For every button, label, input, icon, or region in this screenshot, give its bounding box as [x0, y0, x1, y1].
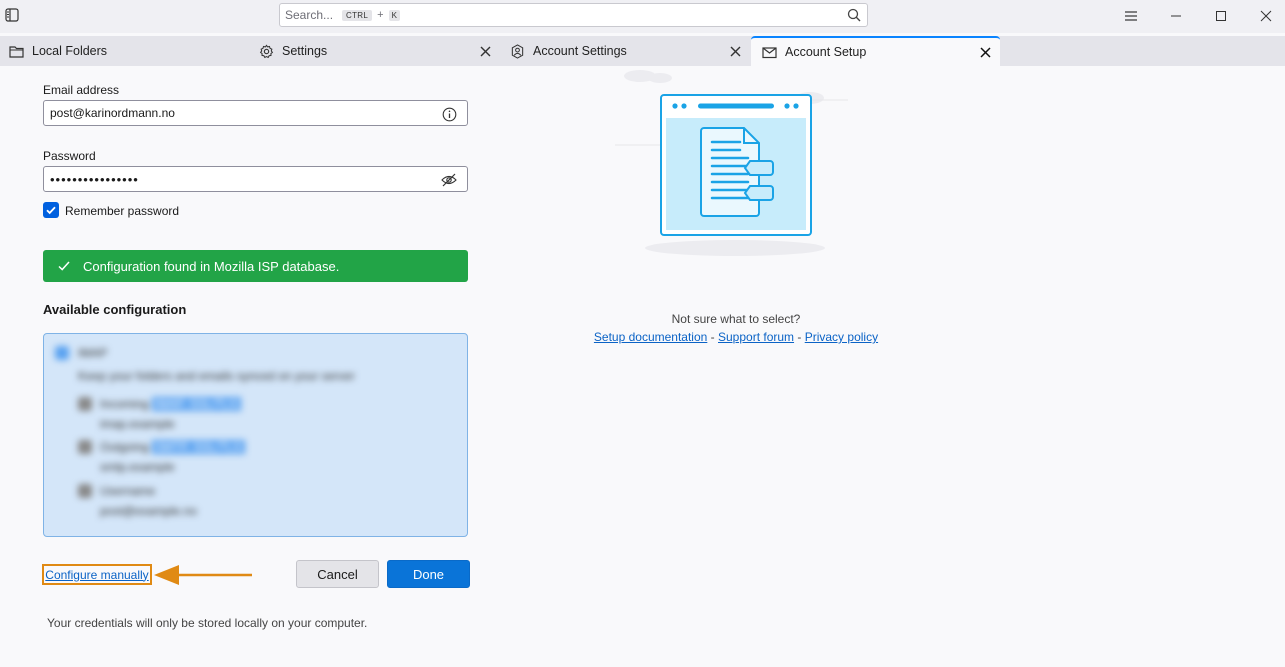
tab-label: Settings: [282, 44, 328, 58]
account-gear-icon: [509, 43, 525, 59]
search-icon[interactable]: [847, 8, 861, 22]
email-label: Email address: [43, 83, 120, 97]
outgoing-server: smtp.example: [100, 460, 175, 474]
tab-label: Account Setup: [785, 45, 867, 59]
tab-label: Local Folders: [32, 44, 108, 58]
title-bar: Search... CTRL + K: [0, 0, 1285, 33]
password-value: ••••••••••••••••: [50, 171, 139, 187]
outgoing-icon: [78, 440, 92, 454]
tab-local-folders[interactable]: Local Folders: [0, 36, 250, 66]
tab-label: Account Settings: [533, 44, 627, 58]
shortcut-k: K: [388, 9, 400, 21]
help-question: Not sure what to select?: [671, 312, 801, 326]
password-label: Password: [43, 149, 96, 163]
remember-password-label[interactable]: Remember password: [65, 204, 179, 218]
app-menu-icon[interactable]: [4, 7, 20, 23]
config-type: IMAP: [78, 346, 108, 360]
folder-icon: [8, 43, 24, 59]
tab-bar: Local Folders Settings Account Settings …: [0, 36, 1285, 66]
username-value: post@example.no: [100, 504, 197, 518]
gear-icon: [258, 43, 274, 59]
config-description: Keep your folders and emails synced on y…: [78, 369, 355, 383]
envelope-icon: [761, 44, 777, 60]
shortcut-ctrl: CTRL: [342, 9, 373, 21]
search-input[interactable]: Search... CTRL + K: [279, 3, 868, 27]
incoming-server: imap.example: [100, 417, 175, 431]
close-window-icon[interactable]: [1256, 6, 1276, 26]
help-links: Setup documentation - Support forum - Pr…: [0, 330, 1285, 344]
shortcut-plus: +: [377, 9, 384, 21]
minimize-icon[interactable]: [1166, 6, 1186, 26]
tab-settings[interactable]: Settings: [250, 36, 500, 66]
annotation-arrow: [154, 565, 252, 585]
close-tab-icon[interactable]: [728, 44, 742, 58]
separator: -: [794, 330, 805, 344]
imap-configuration-option[interactable]: IMAP Keep your folders and emails synced…: [43, 333, 468, 537]
username-label: Username: [100, 484, 156, 498]
incoming-row: Incoming IMAP, SSL/TLS: [100, 397, 241, 411]
info-icon[interactable]: [441, 106, 457, 122]
password-field[interactable]: ••••••••••••••••: [43, 166, 468, 192]
maximize-icon[interactable]: [1211, 6, 1231, 26]
search-placeholder: Search...: [285, 8, 334, 22]
email-value: post@karinordmann.no: [50, 106, 175, 120]
eye-slash-icon[interactable]: [441, 172, 457, 188]
credentials-note: Your credentials will only be stored loc…: [47, 616, 368, 630]
tab-account-settings[interactable]: Account Settings: [500, 36, 750, 66]
close-tab-icon[interactable]: [978, 45, 992, 59]
separator: -: [707, 330, 718, 344]
outgoing-row: Outgoing SMTP, SSL/TLS: [100, 440, 245, 454]
config-found-notice: Configuration found in Mozilla ISP datab…: [43, 250, 468, 282]
account-setup-illustration: [615, 70, 848, 256]
username-icon: [78, 484, 92, 498]
privacy-policy-link[interactable]: Privacy policy: [805, 330, 878, 344]
config-radio: [55, 346, 69, 360]
configure-manually-link[interactable]: Configure manually: [42, 564, 152, 585]
checkmark-icon: [57, 259, 71, 273]
close-tab-icon[interactable]: [478, 44, 492, 58]
done-button[interactable]: Done: [387, 560, 470, 588]
support-forum-link[interactable]: Support forum: [718, 330, 794, 344]
email-field[interactable]: post@karinordmann.no: [43, 100, 468, 126]
remember-password-checkbox[interactable]: [43, 202, 59, 218]
notice-text: Configuration found in Mozilla ISP datab…: [83, 258, 340, 274]
setup-documentation-link[interactable]: Setup documentation: [594, 330, 707, 344]
tab-account-setup[interactable]: Account Setup: [751, 36, 1000, 66]
cancel-button[interactable]: Cancel: [296, 560, 379, 588]
hamburger-menu-icon[interactable]: [1121, 6, 1141, 26]
incoming-icon: [78, 397, 92, 411]
